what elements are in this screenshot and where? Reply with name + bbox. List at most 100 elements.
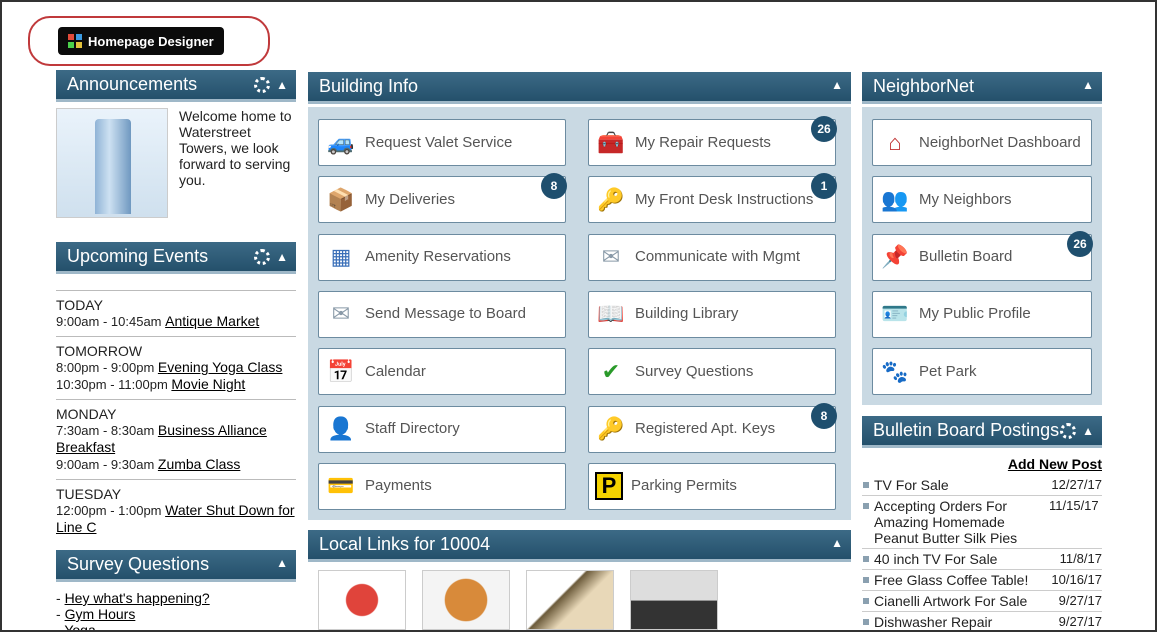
gear-icon[interactable] xyxy=(254,249,271,265)
bulletin-post[interactable]: 40 inch TV For Sale 11/8/17 xyxy=(862,549,1102,570)
tile-building-library[interactable]: 📖 Building Library xyxy=(588,290,836,338)
local-link-thumb[interactable] xyxy=(526,570,614,630)
bullet-square xyxy=(863,556,869,562)
tile-registered-apt-keys[interactable]: 🔑 Registered Apt. Keys 8 xyxy=(588,402,837,453)
event-time: 10:30pm - 11:00pm xyxy=(56,377,172,392)
building-tiles: 🚙 Request Valet Service 🧰 My Repair Request… xyxy=(308,107,851,520)
bulletin-title: Bulletin Board Postings xyxy=(873,420,1060,440)
bulletin-post[interactable]: Cianelli Artwork For Sale 9/27/17 xyxy=(862,591,1102,612)
event-day-label: TODAY xyxy=(56,297,103,313)
local-links-title: Local Links for 10004 xyxy=(319,534,491,554)
announcement-text: Welcome home to Waterstreet Towers, we l… xyxy=(179,108,292,188)
tile-label: Staff Directory xyxy=(365,420,460,437)
page-frame: Homepage Designer Announcements ▲ Welcom… xyxy=(0,0,1157,632)
survey-item: - Hey what's happening? xyxy=(56,590,210,606)
tile-my-deliveries[interactable]: 📦 My Deliveries 8 xyxy=(318,173,567,224)
chevron-up-icon[interactable]: ▲ xyxy=(1082,79,1094,91)
tile-label: Payments xyxy=(365,477,432,495)
tile-label: My Neighbors xyxy=(919,190,1012,208)
events-header: Upcoming Events ▲ xyxy=(56,242,296,274)
event-item: 7:30am - 8:30am Business Alliance Breakf… xyxy=(56,422,296,456)
building-info-header: Building Info ▲ xyxy=(308,72,851,104)
chevron-up-icon[interactable]: ▲ xyxy=(276,557,288,569)
tile-pet-park[interactable]: 🐾 Pet Park xyxy=(872,348,1092,396)
bullet-square xyxy=(863,619,869,625)
announcements-title: Announcements xyxy=(67,74,198,94)
toolbox-icon: 🧰 xyxy=(597,129,625,155)
bulletin-post[interactable]: Dishwasher Repair 9/27/17 xyxy=(862,612,1102,630)
bullet-square xyxy=(863,482,869,488)
tile-calendar[interactable]: 📅 Calendar xyxy=(318,348,566,396)
survey-header: Survey Questions ▲ xyxy=(56,550,296,582)
event-time: 7:30am - 8:30am xyxy=(56,423,158,438)
tile-label: My Front Desk Instructions xyxy=(635,190,814,208)
announcements-panel: Announcements ▲ Welcome home to Waterstr… xyxy=(56,70,296,230)
event-day: TODAY 9:00am - 10:45am Antique Market xyxy=(56,290,296,336)
tile-send-message-to-board[interactable]: ✉ Send Message to Board xyxy=(318,290,566,338)
post-date: 9/27/17 xyxy=(1058,614,1102,629)
tile-payments[interactable]: 💳 Payments xyxy=(318,462,566,510)
count-badge: 8 xyxy=(811,402,837,429)
chevron-up-icon[interactable]: ▲ xyxy=(831,79,843,91)
post-title: Free Glass Coffee Table! xyxy=(874,572,1029,588)
survey-link[interactable]: Hey what's happening? xyxy=(65,590,210,606)
chevron-up-icon[interactable]: ▲ xyxy=(276,251,288,263)
event-item: 9:00am - 10:45am Antique Market xyxy=(56,313,296,330)
tile-staff-directory[interactable]: 👤 Staff Directory xyxy=(318,405,566,453)
tile-survey-questions[interactable]: ✔ Survey Questions xyxy=(588,348,836,396)
paw-icon: 🐾 xyxy=(881,358,909,384)
gear-icon[interactable] xyxy=(1060,423,1077,439)
profile-card-icon: 🪪 xyxy=(881,301,909,327)
survey-panel: Survey Questions ▲ - Hey what's happenin… xyxy=(56,550,296,630)
post-date: 11/8/17 xyxy=(1059,551,1102,566)
event-item: 10:30pm - 11:00pm Movie Night xyxy=(56,376,296,393)
event-day-label: TOMORROW xyxy=(56,343,143,359)
tile-label: Amenity Reservations xyxy=(365,248,511,266)
event-time: 9:00am - 9:30am xyxy=(56,457,158,472)
tile-my-neighbors[interactable]: 👥 My Neighbors xyxy=(872,176,1092,224)
bullet-square xyxy=(863,598,869,604)
tile-request-valet-service[interactable]: 🚙 Request Valet Service xyxy=(318,119,566,166)
tile-bulletin-board[interactable]: 📌 Bulletin Board 26 xyxy=(872,230,1093,281)
local-link-thumb[interactable] xyxy=(422,570,510,630)
event-link[interactable]: Movie Night xyxy=(171,376,245,392)
tile-amenity-reservations[interactable]: ▦ Amenity Reservations xyxy=(318,233,566,281)
event-item: 8:00pm - 9:00pm Evening Yoga Class xyxy=(56,359,296,376)
tile-parking-permits[interactable]: P Parking Permits xyxy=(588,462,836,510)
chevron-up-icon[interactable]: ▲ xyxy=(1082,425,1094,437)
neighbornet-title: NeighborNet xyxy=(873,76,975,96)
pushpin-icon: 📌 xyxy=(881,244,909,270)
event-link[interactable]: Evening Yoga Class xyxy=(158,359,283,375)
chevron-up-icon[interactable]: ▲ xyxy=(276,79,288,91)
event-link[interactable]: Antique Market xyxy=(165,313,259,329)
add-new-post-link[interactable]: Add New Post xyxy=(862,456,1102,472)
tile-label: My Public Profile xyxy=(919,305,1031,323)
bulletin-post[interactable]: Free Glass Coffee Table! 10/16/17 xyxy=(862,570,1102,591)
local-link-thumb[interactable] xyxy=(630,570,718,630)
events-title: Upcoming Events xyxy=(67,246,209,266)
event-day-label: TUESDAY xyxy=(56,486,122,502)
survey-link[interactable]: Yoga xyxy=(64,622,95,630)
bulletin-list: Add New Post TV For Sale 12/27/17 Acceptin… xyxy=(862,456,1102,630)
survey-link[interactable]: Gym Hours xyxy=(65,606,136,622)
homepage-designer-button[interactable]: Homepage Designer xyxy=(58,27,224,55)
bulletin-post[interactable]: Accepting Orders For Amazing Homemade Pe… xyxy=(862,496,1102,549)
gear-icon[interactable] xyxy=(254,77,271,93)
event-link[interactable]: Zumba Class xyxy=(158,456,240,472)
tile-label: Bulletin Board xyxy=(919,248,1013,266)
post-title: Dishwasher Repair xyxy=(874,614,993,630)
tile-my-front-desk-instructions[interactable]: 🔑 My Front Desk Instructions 1 xyxy=(588,173,837,224)
neighbornet-panel: NeighborNet ▲ ⌂ NeighborNet Dashboard 👥 My … xyxy=(862,72,1102,405)
bulletin-post[interactable]: TV For Sale 12/27/17 xyxy=(862,475,1102,496)
tile-label: Communicate with Mgmt xyxy=(635,248,801,266)
chevron-up-icon[interactable]: ▲ xyxy=(831,537,843,549)
local-link-thumb[interactable] xyxy=(318,570,406,630)
tile-my-public-profile[interactable]: 🪪 My Public Profile xyxy=(872,290,1092,338)
survey-title: Survey Questions xyxy=(67,554,210,574)
local-links-panel: Local Links for 10004 ▲ xyxy=(308,530,851,630)
tile-communicate-with-mgmt[interactable]: ✉ Communicate with Mgmt xyxy=(588,233,836,281)
envelope-icon: ✉ xyxy=(601,244,621,270)
tile-my-repair-requests[interactable]: 🧰 My Repair Requests 26 xyxy=(588,116,837,166)
tile-neighbornet-dashboard[interactable]: ⌂ NeighborNet Dashboard xyxy=(872,119,1092,166)
count-badge: 8 xyxy=(541,173,567,200)
